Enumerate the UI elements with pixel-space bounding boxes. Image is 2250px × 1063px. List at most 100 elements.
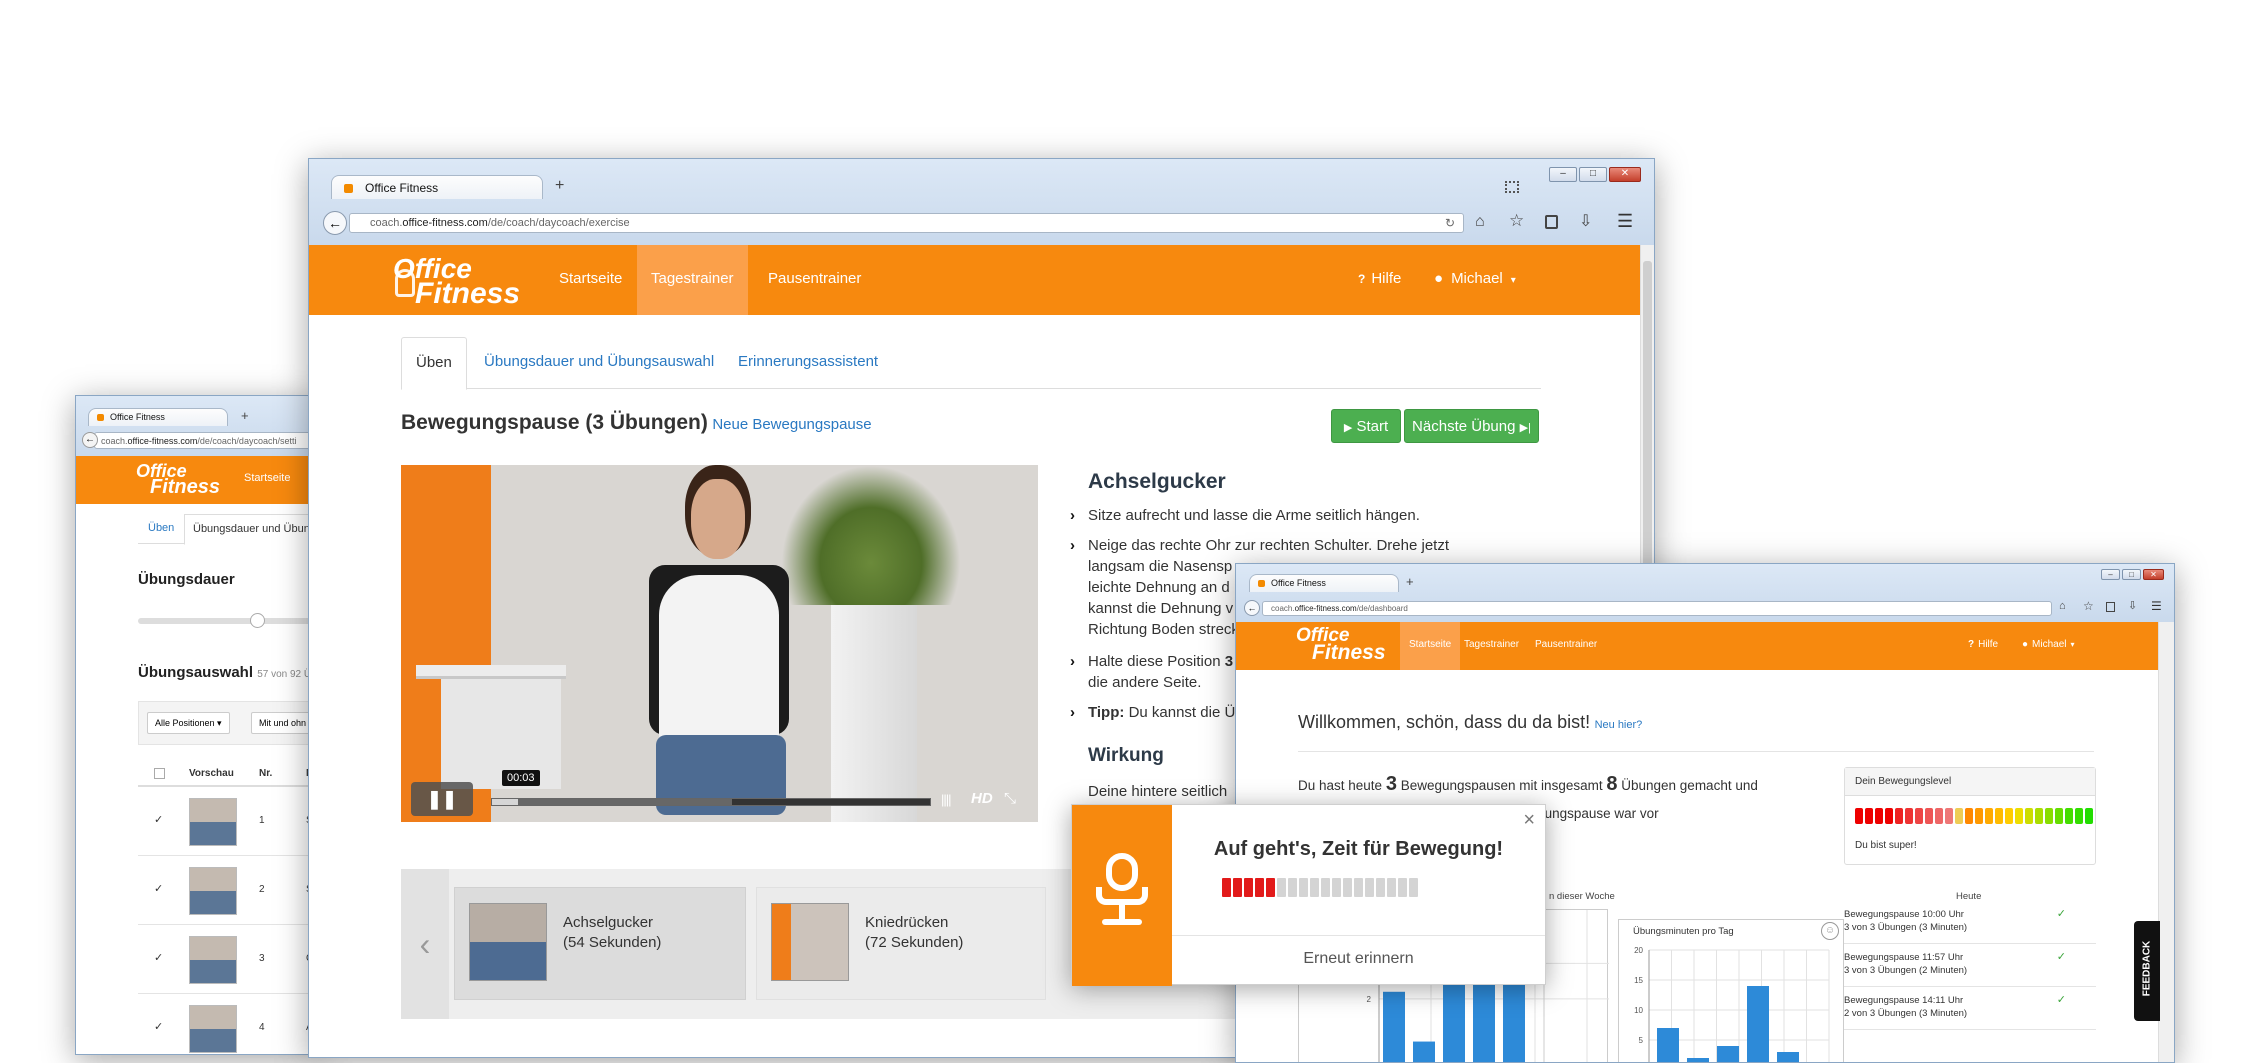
row-check-icon[interactable]: ✓ bbox=[154, 951, 163, 964]
row-thumbnail bbox=[189, 1005, 237, 1053]
exercise-video-player[interactable]: 00:03 ❚❚ |||| HD ⤡ bbox=[401, 465, 1038, 822]
check-icon: ✓ bbox=[2056, 908, 2066, 920]
reload-icon[interactable]: ↻ bbox=[1445, 216, 1455, 230]
y-tick-label: 20 bbox=[1634, 946, 1643, 955]
achselgucker-thumbnail bbox=[469, 903, 547, 981]
nav-startseite[interactable]: Startseite bbox=[244, 472, 290, 484]
nav-tagestrainer[interactable]: Tagestrainer bbox=[1464, 639, 1519, 650]
select-all-checkbox[interactable] bbox=[154, 768, 165, 779]
filter-mit-dropdown[interactable]: Mit und ohn bbox=[251, 712, 315, 734]
maximize-button[interactable]: □ bbox=[1579, 167, 1607, 182]
new-here-link[interactable]: Neu hier? bbox=[1595, 719, 1643, 731]
duration-slider[interactable] bbox=[138, 613, 319, 628]
new-tab-icon[interactable]: + bbox=[555, 177, 564, 195]
level-segment bbox=[2035, 808, 2043, 824]
maximize-button[interactable]: □ bbox=[2122, 569, 2141, 580]
dash-browser-tab[interactable]: Office Fitness bbox=[1249, 574, 1399, 592]
star-icon[interactable]: ☆ bbox=[1509, 211, 1524, 231]
user-icon: ● bbox=[1434, 270, 1444, 287]
close-window-button[interactable]: ✕ bbox=[2143, 569, 2164, 580]
tab-ueben[interactable]: Üben bbox=[148, 522, 174, 534]
dash-scrollbar[interactable] bbox=[2158, 622, 2174, 1062]
dash-url-bar[interactable]: coach.office-fitness.com/de/dashboard bbox=[1262, 601, 2052, 616]
tab-uebungsdauer[interactable]: Übungsdauer und Übungsauswahl bbox=[484, 353, 714, 370]
office-fitness-logo[interactable]: coach. OfficeFitness bbox=[136, 462, 220, 497]
carousel-item-kniedruecken[interactable]: Kniedrücken (72 Sekunden) bbox=[756, 887, 1046, 1000]
remind-again-button[interactable]: Erneut erinnern bbox=[1172, 950, 1545, 968]
hd-toggle[interactable]: HD bbox=[971, 790, 993, 807]
back-icon[interactable]: ← bbox=[1244, 600, 1260, 616]
popup-meter-segment bbox=[1255, 878, 1264, 897]
popup-close-button[interactable]: × bbox=[1523, 809, 1535, 832]
effect-text: Deine hintere seitlich bbox=[1088, 783, 1228, 800]
tab-groups-icon[interactable] bbox=[1505, 181, 1519, 193]
chart-bar bbox=[1383, 991, 1405, 1062]
main-window-chrome: Office Fitness + – □ ✕ ← coach.office-fi… bbox=[309, 159, 1654, 245]
filter-positions-dropdown[interactable]: Alle Positionen ▾ bbox=[147, 712, 230, 734]
level-segment bbox=[2085, 808, 2093, 824]
download-icon[interactable]: ⇩ bbox=[1579, 211, 1592, 231]
table-row[interactable]: ✓4A bbox=[138, 994, 319, 1054]
y-tick-label: 15 bbox=[1634, 976, 1643, 985]
user-menu[interactable]: ● Michael ▾ bbox=[1434, 270, 1516, 287]
start-button[interactable]: ▶ Start bbox=[1331, 409, 1401, 443]
popup-meter-segment bbox=[1277, 878, 1286, 897]
feedback-tab[interactable]: FEEDBACK bbox=[2134, 921, 2160, 1021]
back-icon[interactable]: ← bbox=[323, 211, 347, 235]
fullscreen-icon[interactable]: ⤡ bbox=[1004, 790, 1016, 807]
minimize-button[interactable]: – bbox=[2101, 569, 2120, 580]
table-row[interactable]: ✓2S bbox=[138, 856, 319, 925]
help-link[interactable]: ? Hilfe bbox=[1358, 270, 1401, 287]
volume-icon[interactable]: |||| bbox=[941, 792, 951, 807]
home-icon[interactable]: ⌂ bbox=[2059, 600, 2066, 612]
nav-startseite[interactable]: Startseite bbox=[559, 245, 622, 315]
pause-button[interactable]: ❚❚ bbox=[411, 782, 473, 816]
back-icon[interactable]: ← bbox=[82, 432, 98, 448]
chart-bar bbox=[1503, 977, 1525, 1062]
carousel-prev-button[interactable]: ‹ bbox=[401, 869, 449, 1019]
popup-meter-segment bbox=[1233, 878, 1242, 897]
woman-head bbox=[691, 479, 745, 559]
level-segment bbox=[2045, 808, 2053, 824]
carousel-item-achselgucker[interactable]: Achselgucker (54 Sekunden) bbox=[454, 887, 746, 1000]
clipboard-icon[interactable] bbox=[1545, 215, 1558, 229]
new-tab-icon[interactable]: + bbox=[241, 408, 249, 423]
duration-slider-handle[interactable] bbox=[250, 613, 265, 628]
video-progress-track[interactable] bbox=[491, 798, 931, 806]
pause-icon: ❚❚ bbox=[426, 789, 458, 809]
back-settings-tabs: Üben Übungsdauer und Übung bbox=[138, 514, 319, 545]
close-window-button[interactable]: ✕ bbox=[1609, 167, 1641, 182]
office-fitness-logo[interactable]: Office Fitness bbox=[1296, 626, 1386, 663]
back-url-bar[interactable]: coach.office-fitness.com/de/coach/daycoa… bbox=[94, 432, 319, 449]
help-link[interactable]: ? Hilfe bbox=[1968, 639, 1998, 650]
nav-pausentrainer[interactable]: Pausentrainer bbox=[1535, 639, 1597, 650]
minimize-button[interactable]: – bbox=[1549, 167, 1577, 182]
next-exercise-button[interactable]: Nächste Übung ▶| bbox=[1404, 409, 1539, 443]
clipboard-icon[interactable] bbox=[2106, 602, 2115, 612]
row-check-icon[interactable]: ✓ bbox=[154, 813, 163, 826]
row-check-icon[interactable]: ✓ bbox=[154, 882, 163, 895]
minutes-chart: Übungsminuten pro Tag ☺ 20 15 10 5 bbox=[1618, 919, 1844, 1062]
tab-ueben[interactable]: Üben bbox=[401, 337, 467, 390]
tab-erinnerungsassistent[interactable]: Erinnerungsassistent bbox=[738, 353, 878, 370]
main-browser-tab[interactable]: Office Fitness bbox=[331, 175, 543, 199]
menu-icon[interactable]: ☰ bbox=[1617, 211, 1633, 232]
download-icon[interactable]: ⇩ bbox=[2128, 599, 2137, 612]
main-url-bar[interactable]: coach.office-fitness.com/de/coach/daycoa… bbox=[349, 213, 1464, 233]
nav-startseite[interactable]: Startseite bbox=[1400, 622, 1461, 670]
row-check-icon[interactable]: ✓ bbox=[154, 1020, 163, 1033]
table-row[interactable]: ✓1S bbox=[138, 787, 319, 856]
new-tab-icon[interactable]: + bbox=[1406, 574, 1414, 589]
level-segment bbox=[1895, 808, 1903, 824]
menu-icon[interactable]: ☰ bbox=[2151, 599, 2162, 613]
back-browser-tab[interactable]: Office Fitness bbox=[88, 408, 228, 426]
user-menu[interactable]: ● Michael ▾ bbox=[2022, 639, 2075, 650]
table-row[interactable]: ✓3G bbox=[138, 925, 319, 994]
tab-uebungsdauer[interactable]: Übungsdauer und Übung bbox=[184, 514, 319, 545]
star-icon[interactable]: ☆ bbox=[2083, 599, 2094, 613]
exercise-table: Vorschau Nr. N ✓1S✓2S✓3G✓4A bbox=[138, 761, 319, 1054]
nav-tagestrainer[interactable]: Tagestrainer bbox=[637, 245, 748, 315]
nav-pausentrainer[interactable]: Pausentrainer bbox=[768, 245, 861, 315]
new-break-link[interactable]: Neue Bewegungspause bbox=[712, 416, 871, 433]
home-icon[interactable]: ⌂ bbox=[1475, 213, 1485, 231]
